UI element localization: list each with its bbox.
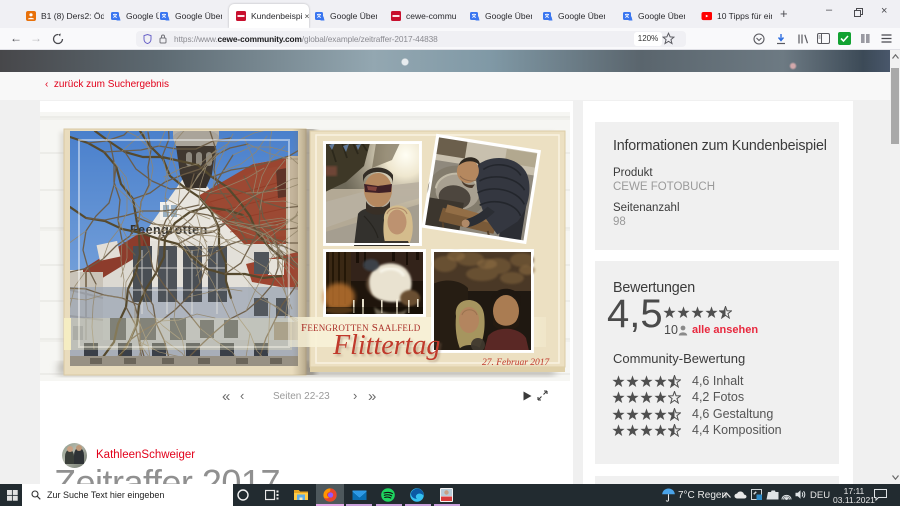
svg-text:Flittertag: Flittertag bbox=[332, 330, 440, 361]
svg-text:27. Februar 2017: 27. Februar 2017 bbox=[482, 358, 551, 368]
